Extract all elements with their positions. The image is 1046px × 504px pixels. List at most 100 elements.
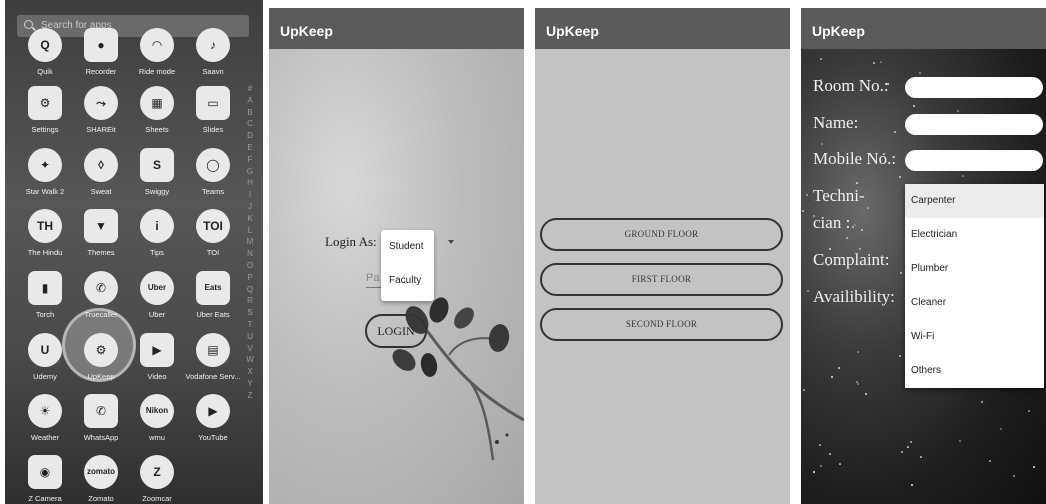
app-vodafone[interactable]: ▤ Vodafone Serv... — [184, 333, 242, 381]
mobile-number-input[interactable] — [905, 150, 1043, 171]
alphabet-letter[interactable]: W — [244, 354, 256, 366]
app-udemy[interactable]: U Udemy — [16, 333, 74, 381]
app-the-hindu[interactable]: TH The Hindu — [16, 209, 74, 257]
star-dot — [820, 465, 822, 467]
app-video[interactable]: ▶ Video — [128, 333, 186, 381]
second-floor-button[interactable]: SECOND FLOOR — [540, 308, 783, 341]
truecaller-icon: ✆ — [84, 271, 118, 305]
app-slides[interactable]: ▭ Slides — [184, 86, 242, 134]
app-settings[interactable]: ⚙ Settings — [16, 86, 74, 134]
ground-floor-button[interactable]: GROUND FLOOR — [540, 218, 783, 251]
app-quik[interactable]: Q Quik — [16, 28, 74, 76]
alphabet-letter[interactable]: X — [244, 366, 256, 378]
alphabet-letter[interactable]: N — [244, 248, 256, 260]
dropdown-option-faculty[interactable]: Faculty — [381, 264, 434, 298]
app-truecaller[interactable]: ✆ Truecaller — [72, 271, 130, 319]
star-dot — [867, 207, 869, 209]
alphabet-letter[interactable]: Y — [244, 378, 256, 390]
alphabet-letter[interactable]: P — [244, 272, 256, 284]
app-sweat[interactable]: ◊ Sweat — [72, 148, 130, 196]
app-swiggy[interactable]: S Swiggy — [128, 148, 186, 196]
slides-icon: ▭ — [196, 86, 230, 120]
login-as-label: Login As: — [325, 234, 377, 249]
alphabet-letter[interactable]: C — [244, 118, 256, 130]
alphabet-letter[interactable]: A — [244, 95, 256, 107]
alphabet-index-scroller[interactable]: # A B C D E F G H I J K L M N O P Q R S T U V W X Y Z — [244, 83, 256, 402]
alphabet-letter[interactable]: H — [244, 177, 256, 189]
room-number-input[interactable] — [905, 77, 1043, 98]
alphabet-letter[interactable]: I — [244, 189, 256, 201]
dropdown-caret-icon[interactable] — [448, 240, 454, 244]
app-star-walk[interactable]: ✦ Star Walk 2 — [16, 148, 74, 196]
app-label: Ride mode — [138, 67, 176, 76]
app-upkeep[interactable]: ⚙ UpKeep — [72, 333, 130, 381]
alphabet-letter[interactable]: K — [244, 213, 256, 225]
app-whatsapp[interactable]: ✆ WhatsApp — [72, 394, 130, 442]
alphabet-letter[interactable]: V — [244, 343, 256, 355]
app-z-camera[interactable]: ◉ Z Camera — [16, 455, 74, 503]
app-uber[interactable]: Uber Uber — [128, 271, 186, 319]
app-zoomcar[interactable]: Z Zoomcar — [128, 455, 186, 503]
alphabet-letter[interactable]: S — [244, 307, 256, 319]
app-themes[interactable]: ▼ Themes — [72, 209, 130, 257]
star-walk-icon: ✦ — [28, 148, 62, 182]
star-dot — [856, 182, 858, 184]
alphabet-letter[interactable]: U — [244, 331, 256, 343]
app-sheets[interactable]: ▦ Sheets — [128, 86, 186, 134]
alphabet-letter[interactable]: T — [244, 319, 256, 331]
app-recorder[interactable]: ● Recorder — [72, 28, 130, 76]
app-teams[interactable]: ◯ Teams — [184, 148, 242, 196]
star-dot — [913, 105, 915, 107]
alphabet-letter[interactable]: E — [244, 142, 256, 154]
app-label: Teams — [201, 187, 225, 196]
technician-option-electrician[interactable]: Electrician — [905, 218, 1044, 252]
app-zomato[interactable]: zomato Zomato — [72, 455, 130, 503]
alphabet-letter[interactable]: Z — [244, 390, 256, 402]
alphabet-letter[interactable]: Q — [244, 284, 256, 296]
technician-option-carpenter[interactable]: Carpenter — [905, 184, 1044, 218]
alphabet-letter[interactable]: J — [244, 201, 256, 213]
app-youtube[interactable]: ▶ YouTube — [184, 394, 242, 442]
alphabet-letter[interactable]: M — [244, 236, 256, 248]
alphabet-letter[interactable]: D — [244, 130, 256, 142]
name-input[interactable] — [905, 114, 1043, 135]
star-dot — [981, 401, 983, 403]
app-toi[interactable]: TOI TOI — [184, 209, 242, 257]
uber-eats-icon: Eats — [196, 271, 230, 305]
technician-option-others[interactable]: Others — [905, 354, 1044, 388]
app-saavn[interactable]: ♪ Saavn — [184, 28, 242, 76]
app-weather[interactable]: ☀ Weather — [16, 394, 74, 442]
technician-option-cleaner[interactable]: Cleaner — [905, 286, 1044, 320]
first-floor-button[interactable]: FIRST FLOOR — [540, 263, 783, 296]
technician-option-wifi[interactable]: Wi-Fi — [905, 320, 1044, 354]
alphabet-letter[interactable]: O — [244, 260, 256, 272]
youtube-icon: ▶ — [196, 394, 230, 428]
name-label: Name: — [813, 113, 859, 132]
technician-option-plumber[interactable]: Plumber — [905, 252, 1044, 286]
app-uber-eats[interactable]: Eats Uber Eats — [184, 271, 242, 319]
app-label: Sweat — [90, 187, 112, 196]
ride-mode-icon: ◠ — [140, 28, 174, 62]
app-tips[interactable]: i Tips — [128, 209, 186, 257]
app-label: Zoomcar — [142, 494, 172, 503]
uber-icon: Uber — [140, 271, 174, 305]
star-dot — [1033, 466, 1035, 468]
app-torch[interactable]: ▮ Torch — [16, 271, 74, 319]
app-wmu[interactable]: Nikon wmu — [128, 394, 186, 442]
alphabet-letter[interactable]: B — [244, 107, 256, 119]
wmu-icon: Nikon — [140, 394, 174, 428]
alphabet-letter[interactable]: L — [244, 225, 256, 237]
alphabet-letter[interactable]: R — [244, 295, 256, 307]
app-label: Weather — [30, 433, 60, 442]
the-hindu-icon: TH — [28, 209, 62, 243]
app-ride-mode[interactable]: ◠ Ride mode — [128, 28, 186, 76]
alphabet-letter[interactable]: # — [244, 83, 256, 95]
dropdown-option-student[interactable]: Student — [381, 230, 434, 264]
star-dot — [839, 463, 841, 465]
alphabet-letter[interactable]: G — [244, 166, 256, 178]
app-label: Star Walk 2 — [25, 187, 65, 196]
zoomcar-icon: Z — [140, 455, 174, 489]
login-button[interactable]: LOGIN — [365, 314, 427, 348]
app-shareit[interactable]: ⤳ SHAREit — [72, 86, 130, 134]
alphabet-letter[interactable]: F — [244, 154, 256, 166]
